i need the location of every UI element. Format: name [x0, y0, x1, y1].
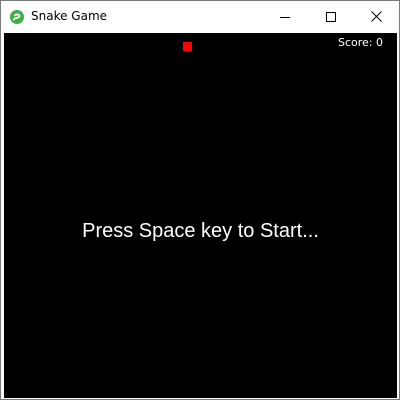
minimize-button[interactable] — [262, 1, 308, 32]
food-pellet — [183, 42, 192, 51]
game-window: Snake Game Score: 0 Press Space key to S… — [0, 0, 400, 400]
window-title: Snake Game — [31, 9, 108, 23]
maximize-button[interactable] — [308, 1, 354, 32]
score-label: Score: 0 — [337, 36, 383, 49]
close-button[interactable] — [353, 1, 399, 32]
snake-app-icon — [10, 9, 24, 24]
maximize-icon — [326, 7, 336, 26]
start-message: Press Space key to Start... — [82, 220, 319, 242]
close-icon — [370, 7, 382, 26]
minimize-icon — [280, 7, 290, 26]
game-canvas[interactable]: Score: 0 Press Space key to Start... — [4, 33, 397, 398]
title-bar[interactable]: Snake Game — [1, 1, 399, 32]
